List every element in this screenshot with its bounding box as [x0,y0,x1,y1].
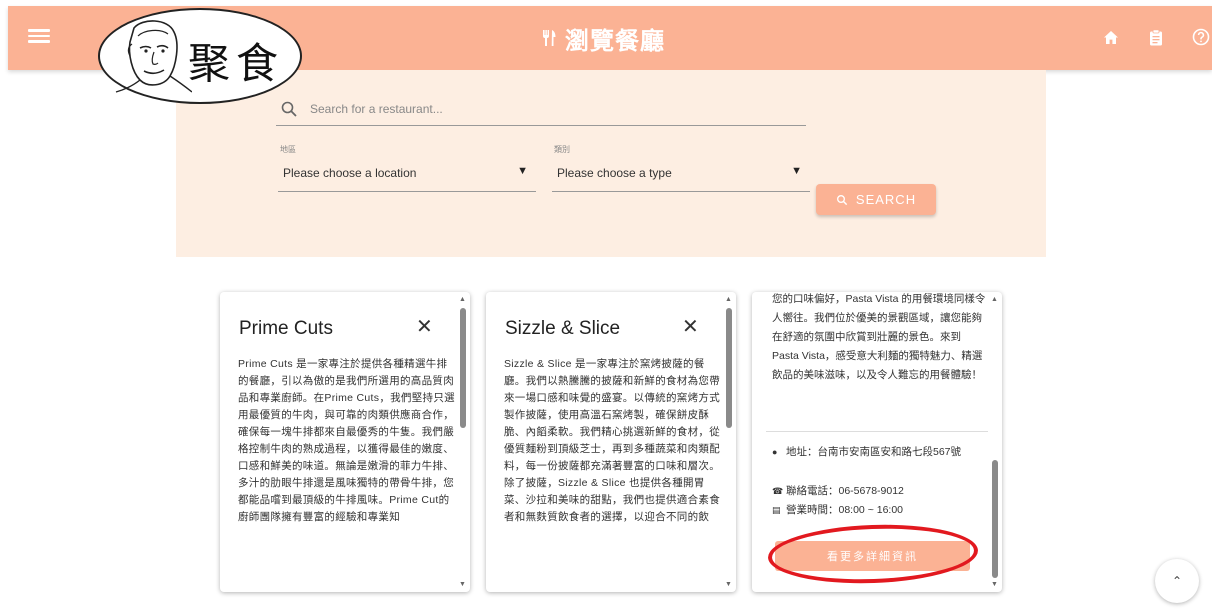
card-scrollbar[interactable]: ▲ ▼ [456,292,470,592]
menu-icon[interactable] [28,26,50,46]
type-value: Please choose a type [557,166,672,180]
help-icon[interactable] [1190,26,1212,48]
search-bar [276,92,806,126]
scroll-to-top-button[interactable]: ⌃ [1155,559,1199,603]
hours-text: 營業時間：08:00 ~ 16:00 [786,504,904,516]
location-select[interactable]: 地區 Please choose a location ▼ [278,140,536,192]
clipboard-icon[interactable] [1145,26,1167,48]
phone-line: ☎ 聯絡電話：06-5678-9012 [772,483,982,500]
logo-brand-text: 聚食 [188,39,285,88]
caret-down-icon: ▼ [791,165,802,177]
chevron-up-icon: ⌃ [1171,574,1183,588]
location-value: Please choose a location [283,166,417,180]
card-scrollbar[interactable]: ▲ ▼ [988,292,1002,592]
restaurant-description: 您的口味偏好，Pasta Vista 的用餐環境同樣令人嚮往。我們位於優美的景觀… [772,293,986,381]
scrollbar-thumb[interactable] [726,308,732,428]
clock-icon: ▤ [772,505,781,515]
location-label: 地區 [280,145,296,154]
search-panel: 地區 Please choose a location ▼ 類別 Please … [176,70,1046,257]
restaurant-card: Sizzle & Slice ✕ Sizzle & Slice 是一家專注於窯烤… [486,292,736,592]
face-sketch-icon [115,20,192,93]
caret-down-icon: ▼ [517,165,528,177]
scrollbar-thumb[interactable] [992,460,998,578]
location-pin-icon: ● [772,447,778,457]
restaurant-name: Sizzle & Slice [505,318,621,339]
more-info-button[interactable]: 看更多詳細資訊 [775,541,970,571]
scroll-up-icon[interactable]: ▲ [459,296,466,303]
search-icon [836,194,848,205]
scroll-down-icon[interactable]: ▼ [991,581,998,588]
scroll-down-icon[interactable]: ▼ [459,581,466,588]
scroll-up-icon[interactable]: ▲ [991,296,998,303]
search-button-label: SEARCH [855,192,917,207]
scroll-up-icon[interactable]: ▲ [725,296,732,303]
address-line: ● 地址：台南市安南區安和路七段567號 [772,444,982,461]
fork-knife-icon [543,30,556,46]
search-button[interactable]: SEARCH [816,184,936,215]
close-icon[interactable]: ✕ [416,314,433,339]
phone-icon: ☎ [772,486,784,496]
hours-line: ▤ 營業時間：08:00 ~ 16:00 [772,502,982,519]
logo[interactable]: 聚食 [98,8,302,104]
restaurant-card: 您的口味偏好，Pasta Vista 的用餐環境同樣令人嚮往。我們位於優美的景觀… [752,292,1002,592]
divider [766,431,988,432]
restaurant-name: Prime Cuts [239,318,333,339]
scrollbar-thumb[interactable] [460,308,466,428]
page: 瀏覽餐廳 聚食 Search for a restaurant... 地區 Pl… [0,0,1212,609]
page-title: 瀏覽餐廳 [565,26,665,55]
restaurant-description: Prime Cuts 是一家專注於提供各種精選牛排的餐廳，引以為傲的是我們所選用… [238,358,455,523]
address-text: 地址：台南市安南區安和路七段567號 [786,446,962,458]
type-select[interactable]: 類別 Please choose a type ▼ [552,140,810,192]
close-icon[interactable]: ✕ [682,314,699,339]
restaurant-description: Sizzle & Slice 是一家專注於窯烤披薩的餐廳。我們以熱騰騰的披薩和新… [504,358,720,523]
type-label: 類別 [554,145,570,154]
restaurant-card: Prime Cuts ✕ Prime Cuts 是一家專注於提供各種精選牛排的餐… [220,292,470,592]
card-scrollbar[interactable]: ▲ ▼ [722,292,736,592]
scroll-down-icon[interactable]: ▼ [725,581,732,588]
phone-text: 聯絡電話：06-5678-9012 [786,485,904,497]
page-title-group: 瀏覽餐廳 [541,22,665,55]
search-input[interactable] [310,101,780,116]
home-icon[interactable] [1100,26,1122,48]
